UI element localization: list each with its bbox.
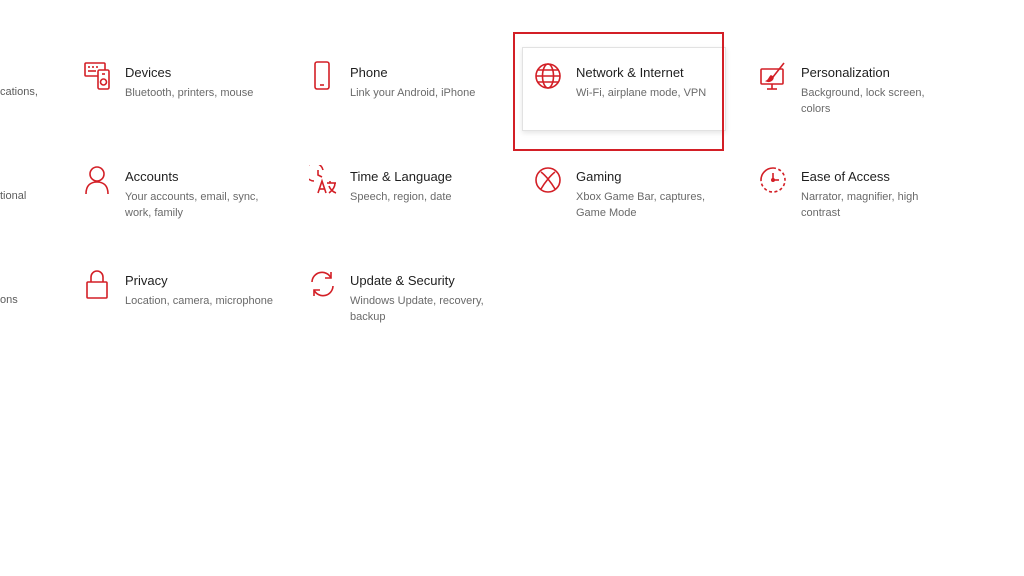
partial-tile-description: cations, [0, 86, 38, 98]
tile-phone[interactable]: Phone Link your Android, iPhone [309, 61, 514, 147]
tile-description: Xbox Game Bar, captures, Game Mode [576, 191, 706, 219]
tile-title: Privacy [125, 273, 168, 288]
paintbrush-icon [760, 61, 788, 91]
tile-description: Your accounts, email, sync, work, family [125, 191, 259, 219]
tile-devices[interactable]: Devices Bluetooth, printers, mouse [84, 61, 289, 147]
partial-tile-description: ons [0, 294, 18, 306]
tile-description: Speech, region, date [350, 191, 452, 203]
tile-title: Time & Language [350, 169, 453, 184]
partial-tile-description: tional [0, 190, 27, 202]
tile-gaming[interactable]: Gaming Xbox Game Bar, captures, Game Mod… [535, 165, 740, 251]
tile-privacy[interactable]: Privacy Location, camera, microphone [84, 269, 289, 355]
tile-personalization[interactable]: Personalization Background, lock screen,… [760, 61, 965, 147]
tile-description: Bluetooth, printers, mouse [125, 87, 254, 99]
tile-title: Personalization [801, 65, 890, 80]
person-icon [84, 165, 112, 195]
tile-title: Update & Security [350, 273, 455, 288]
time-language-icon [309, 165, 337, 195]
tile-title: Devices [125, 65, 172, 80]
tile-description: Narrator, magnifier, high contrast [801, 191, 919, 219]
tile-description: Link your Android, iPhone [350, 87, 476, 99]
tile-description: Background, lock screen, colors [801, 87, 925, 115]
sync-icon [309, 269, 337, 299]
lock-icon [84, 269, 112, 299]
tile-title: Ease of Access [801, 169, 890, 184]
highlight-box [513, 32, 724, 151]
tile-description: Windows Update, recovery, backup [350, 295, 484, 323]
tile-title: Gaming [576, 169, 622, 184]
tile-description: Location, camera, microphone [125, 295, 273, 307]
tile-update-security[interactable]: Update & Security Windows Update, recove… [309, 269, 514, 355]
tile-title: Accounts [125, 169, 179, 184]
tile-title: Phone [350, 65, 388, 80]
xbox-icon [535, 165, 563, 195]
tile-time-language[interactable]: Time & Language Speech, region, date [309, 165, 514, 251]
phone-icon [309, 61, 337, 91]
devices-icon [84, 61, 112, 91]
ease-of-access-icon [760, 165, 788, 195]
tile-accounts[interactable]: Accounts Your accounts, email, sync, wor… [84, 165, 289, 251]
tile-ease-of-access[interactable]: Ease of Access Narrator, magnifier, high… [760, 165, 965, 251]
